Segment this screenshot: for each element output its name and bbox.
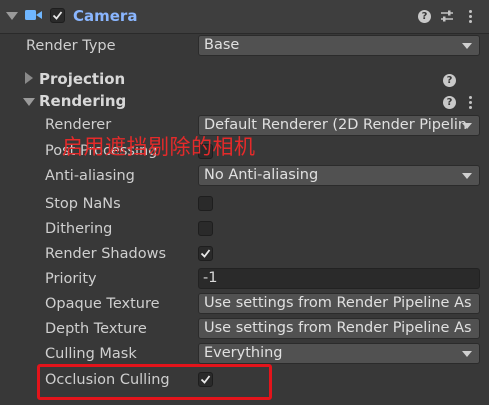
anti-aliasing-label: Anti-aliasing (45, 168, 135, 184)
opaque-texture-value: Use settings from Render Pipeline As (204, 295, 472, 311)
depth-texture-label: Depth Texture (45, 321, 147, 337)
chevron-down-icon (462, 173, 472, 179)
sliders-icon[interactable] (440, 9, 454, 23)
annotation-caption: 启用遮挡剔除的相机 (62, 135, 256, 159)
rendering-more-icon[interactable] (469, 96, 472, 111)
culling-mask-label: Culling Mask (45, 346, 137, 362)
occlusion-culling-highlight (37, 364, 272, 400)
dithering-checkbox[interactable] (198, 221, 213, 236)
rendering-help-icon[interactable]: ? (443, 96, 456, 109)
chevron-down-icon (462, 123, 472, 129)
dithering-label: Dithering (45, 221, 113, 237)
more-options-icon[interactable] (469, 10, 472, 25)
header-foldout-icon[interactable] (6, 12, 18, 20)
render-type-value: Base (204, 37, 240, 53)
anti-aliasing-value: No Anti-aliasing (204, 167, 319, 183)
rendering-section-label[interactable]: Rendering (39, 92, 126, 110)
render-shadows-label: Render Shadows (45, 246, 166, 262)
depth-texture-value: Use settings from Render Pipeline As (204, 320, 472, 336)
depth-texture-dropdown[interactable]: Use settings from Render Pipeline As (198, 318, 480, 339)
opaque-texture-dropdown[interactable]: Use settings from Render Pipeline As (198, 293, 480, 314)
rendering-foldout-icon[interactable] (23, 98, 35, 106)
component-title: Camera (73, 7, 138, 25)
opaque-texture-label: Opaque Texture (45, 296, 160, 312)
priority-value: -1 (203, 270, 218, 286)
projection-foldout-icon[interactable] (25, 72, 33, 84)
culling-mask-value: Everything (204, 345, 283, 361)
render-shadows-checkbox[interactable] (198, 246, 213, 261)
chevron-down-icon (462, 351, 472, 357)
priority-input[interactable]: -1 (198, 268, 480, 289)
component-enabled-checkbox[interactable] (50, 8, 65, 23)
projection-section-label[interactable]: Projection (39, 70, 125, 88)
camera-icon (25, 8, 43, 22)
culling-mask-dropdown[interactable]: Everything (198, 343, 480, 364)
projection-help-icon[interactable]: ? (443, 74, 456, 87)
chevron-down-icon (462, 43, 472, 49)
render-type-label: Render Type (26, 38, 116, 54)
stop-nans-label: Stop NaNs (45, 196, 121, 212)
stop-nans-checkbox[interactable] (198, 196, 213, 211)
render-type-dropdown[interactable]: Base (198, 35, 480, 56)
anti-aliasing-dropdown[interactable]: No Anti-aliasing (198, 165, 480, 186)
help-icon[interactable]: ? (418, 10, 431, 23)
priority-label: Priority (45, 271, 97, 287)
